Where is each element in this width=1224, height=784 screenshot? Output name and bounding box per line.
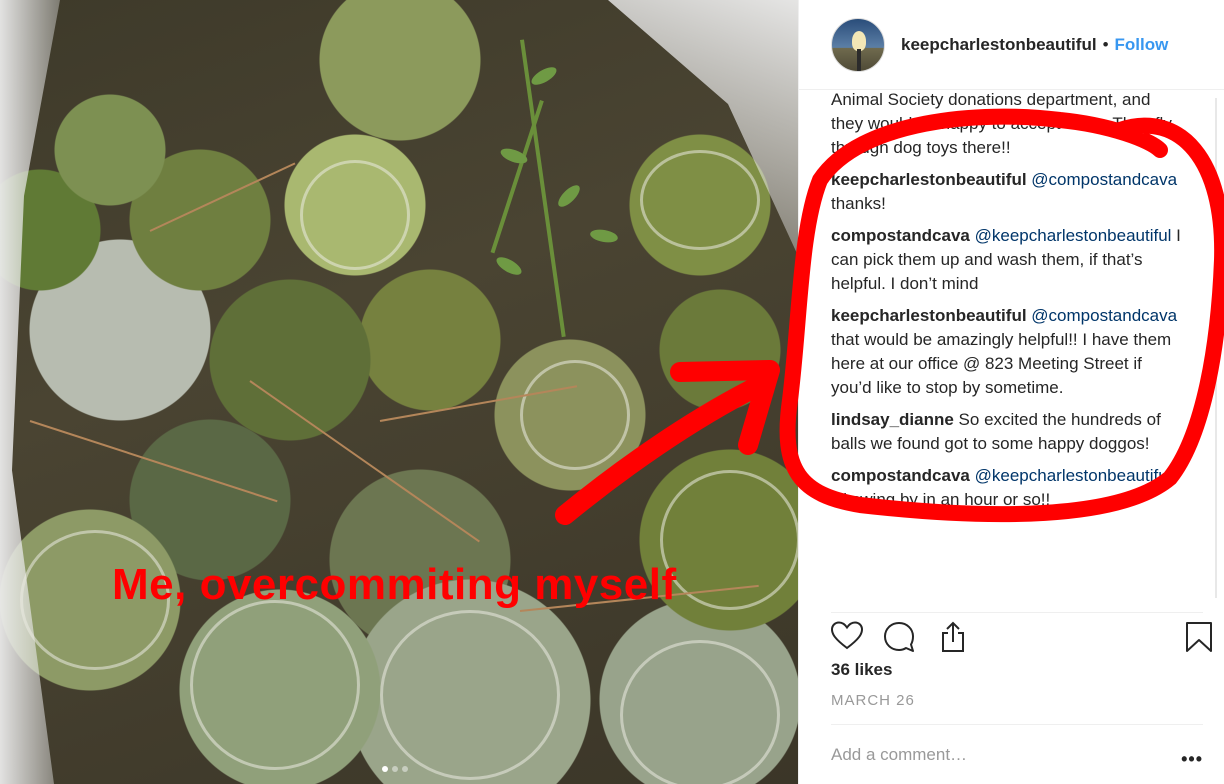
comment-text: that would be amazingly helpful!! I have… [831,330,1172,397]
comment-list[interactable]: Animal Society donations department, and… [831,90,1185,605]
post-date: MARCH 26 [831,692,915,709]
post-photo[interactable]: Me, overcommiting myself [0,0,798,784]
carousel-dot[interactable] [382,766,388,772]
comment-item: keepcharlestonbeautiful @compostandcava … [831,304,1185,400]
photo-caption: Me, overcommiting myself [112,560,677,609]
tennis-ball-seam [620,640,780,784]
comment-mention[interactable]: @keepcharlestonbeautiful [975,226,1172,245]
header-username[interactable]: keepcharlestonbeautiful [901,35,1097,55]
comment-item: Animal Society donations department, and… [831,90,1185,160]
pine-needle [249,380,480,543]
tennis-ball-seam [190,600,360,770]
pine-needle [29,420,278,503]
comment-item: compostandcava @keepcharlestonbeautiful … [831,224,1185,296]
comment-text: thanks! [831,194,886,213]
comment-username[interactable]: keepcharlestonbeautiful [831,170,1027,189]
post-header: keepcharlestonbeautiful • Follow [799,0,1224,90]
comment-text: Animal Society donations department, and… [831,90,1172,157]
lamp-post-icon [857,48,861,71]
comment-mention[interactable]: @keepcharlestonbeautiful [975,466,1172,485]
weed-stem [520,39,566,338]
tennis-ball-seam [520,360,630,470]
post-sidebar: keepcharlestonbeautiful • Follow Animal … [798,0,1224,784]
carousel-dot[interactable] [392,766,398,772]
comment-username[interactable]: compostandcava [831,466,970,485]
weed-leaf [589,227,619,245]
comment-mention[interactable]: @compostandcava [1031,306,1177,325]
carousel-dot[interactable] [402,766,408,772]
comment-item: compostandcava @keepcharlestonbeautiful … [831,464,1185,512]
add-comment-bar: ••• [831,724,1203,784]
bookmark-icon[interactable] [1185,621,1213,658]
comment-mention[interactable]: @compostandcava [1031,170,1177,189]
pine-needle [149,162,296,232]
share-icon[interactable] [937,621,969,658]
weed-leaf [554,181,584,211]
more-options-icon[interactable]: ••• [1181,749,1203,770]
tennis-ball-seam [380,610,560,780]
weed-leaf [528,63,560,89]
comment-username[interactable]: compostandcava [831,226,970,245]
comment-text: I’ll swing by in an hour or so!! [831,490,1051,509]
comment-username[interactable]: lindsay_dianne [831,410,954,429]
lamp-icon [852,30,866,51]
weed-leaf [493,253,525,279]
post-actions [830,612,1212,658]
comment-bubble-icon[interactable] [883,621,915,658]
comments-scrollbar[interactable] [1215,98,1217,598]
tennis-ball-seam [300,160,410,270]
avatar[interactable] [831,17,885,72]
comment-item: lindsay_dianne So excited the hundreds o… [831,408,1185,456]
tennis-ball-seam [640,150,760,250]
comment-item: keepcharlestonbeautiful @compostandcava … [831,168,1185,216]
header-separator: • [1102,34,1109,54]
comment-username[interactable]: keepcharlestonbeautiful [831,306,1027,325]
add-comment-input[interactable] [831,744,1151,765]
carousel-indicator [382,766,408,772]
follow-button[interactable]: Follow [1115,35,1169,55]
heart-icon[interactable] [830,621,864,656]
plastic-bag [0,0,60,784]
weed-stem [490,100,544,254]
likes-count[interactable]: 36 likes [831,660,892,680]
